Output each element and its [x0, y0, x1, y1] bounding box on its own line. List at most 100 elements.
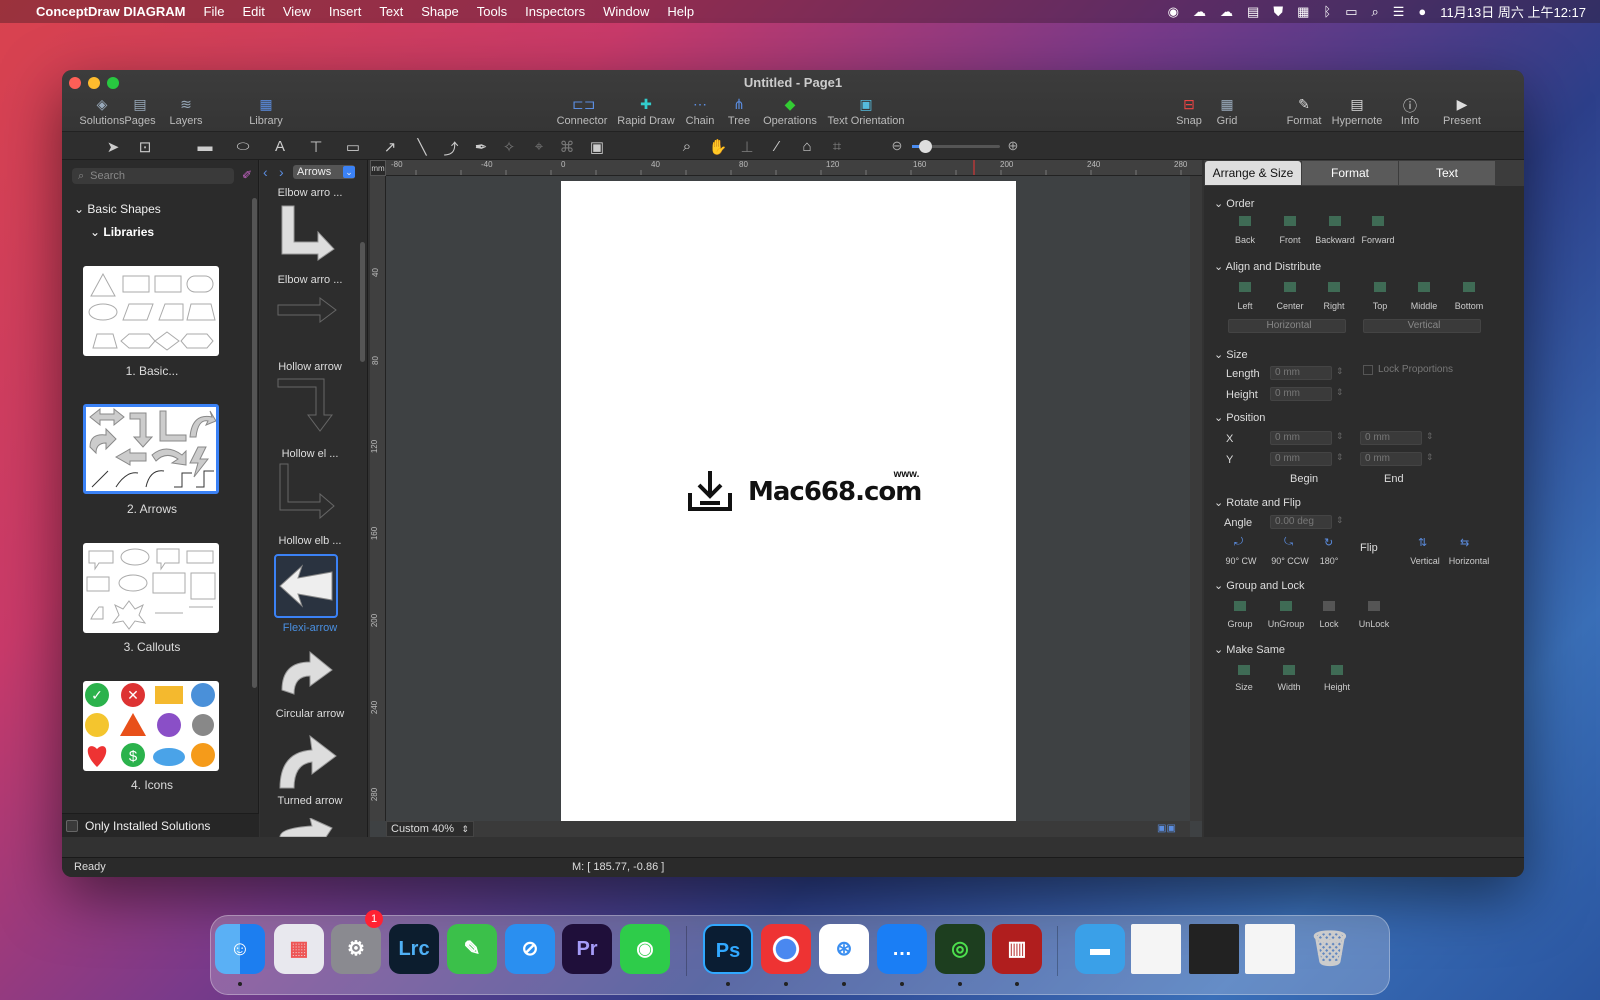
tree-libraries[interactable]: ⌄ Libraries [90, 225, 154, 239]
zoom-tool-icon[interactable]: ⌕ [676, 138, 698, 155]
creative-cloud-icon[interactable]: ☁ [1193, 4, 1206, 20]
text-select-icon[interactable]: ⊡ [134, 138, 156, 156]
checkbox-box[interactable] [1363, 364, 1373, 375]
menu-view[interactable]: View [274, 0, 320, 23]
line-tool-icon[interactable]: ╲ [411, 138, 433, 156]
chrome-icon[interactable] [761, 924, 811, 974]
section-rotate[interactable]: ⌄ Rotate and Flip [1214, 496, 1301, 509]
v-scrollbar[interactable] [1190, 176, 1202, 821]
section-make-same[interactable]: ⌄ Make Same [1214, 643, 1285, 656]
tree-basic-shapes[interactable]: ⌄ Basic Shapes [74, 202, 161, 216]
search-field[interactable]: ⌕ Search [72, 168, 234, 184]
menu-window[interactable]: Window [594, 0, 658, 23]
search-icon[interactable]: ⌕ [1371, 4, 1378, 20]
app-menu[interactable]: ConceptDraw DIAGRAM [27, 0, 195, 23]
rotate-ccw-icon[interactable]: ⤿ [1284, 536, 1293, 549]
zoom-slider-knob[interactable] [919, 140, 932, 153]
zoom-select[interactable]: Custom 40% ⇕ [386, 821, 474, 837]
back-nav-icon[interactable]: ‹ [263, 164, 268, 180]
stepper-icon[interactable]: ⇕ [1336, 452, 1344, 463]
flip-horizontal-icon[interactable]: ⇆ [1460, 536, 1469, 549]
wechat-icon[interactable]: ◉ [620, 924, 670, 974]
back-icon[interactable] [1239, 216, 1251, 226]
rectangle-tool-icon[interactable]: ▬ [194, 138, 216, 155]
pen-tool-icon[interactable]: ✒ [470, 138, 492, 156]
podcast-icon[interactable]: ◎ [935, 924, 985, 974]
screenshot-thumb-icon[interactable] [1189, 924, 1239, 974]
horizontal-distribute-select[interactable]: Horizontal [1228, 319, 1346, 333]
library-thumb-arrows[interactable] [83, 404, 219, 494]
baidu-netdisk-icon[interactable]: ⊛ [819, 924, 869, 974]
length-field[interactable]: 0 mm [1270, 366, 1332, 380]
tab-format[interactable]: Format [1302, 161, 1398, 185]
stepper-icon[interactable]: ⇕ [1336, 431, 1344, 442]
menu-file[interactable]: File [195, 0, 234, 23]
h-scrollbar[interactable] [474, 821, 1190, 837]
add-icon[interactable]: ✐ [242, 168, 252, 182]
grid-button[interactable]: ▦ Grid [1187, 96, 1267, 127]
menu-insert[interactable]: Insert [320, 0, 371, 23]
rotate-cw-icon[interactable]: ⤾ [1234, 536, 1243, 549]
unlock-icon[interactable] [1368, 601, 1380, 611]
text-orientation-button[interactable]: ▣ Text Orientation [816, 96, 916, 127]
lightroom-classic-icon[interactable]: Lrc [389, 924, 439, 974]
forward-icon[interactable] [1372, 216, 1384, 226]
stamp-tool-icon[interactable]: ⊥ [736, 138, 758, 156]
drawing-page[interactable]: www. Mac668.com [561, 181, 1016, 825]
begin-y-field[interactable]: 0 mm [1270, 452, 1332, 466]
scrollbar[interactable] [252, 198, 257, 688]
section-group-lock[interactable]: ⌄ Group and Lock [1214, 579, 1305, 592]
zoom-slider[interactable] [912, 140, 1000, 153]
menu-help[interactable]: Help [658, 0, 703, 23]
end-x-field[interactable]: 0 mm [1360, 431, 1422, 445]
same-size-icon[interactable] [1238, 665, 1250, 675]
messages-icon[interactable]: … [877, 924, 927, 974]
begin-x-field[interactable]: 0 mm [1270, 431, 1332, 445]
stencil-item-label[interactable]: Circular arrow [260, 708, 360, 720]
align-center-icon[interactable] [1284, 282, 1296, 292]
stencil-item-label[interactable]: Elbow arro ... [260, 274, 360, 286]
layers-button[interactable]: ≋ Layers [146, 96, 226, 127]
zoom-in-icon[interactable]: ⊕ [1002, 138, 1024, 154]
stepper-icon[interactable]: ⇕ [1426, 452, 1434, 463]
stencil-item-label[interactable]: Hollow arrow [260, 361, 360, 373]
stencil-item-label-selected[interactable]: Flexi-arrow [260, 622, 360, 634]
section-align[interactable]: ⌄ Align and Distribute [1214, 260, 1321, 273]
front-icon[interactable] [1284, 216, 1296, 226]
flip-vertical-icon[interactable]: ⇅ [1418, 536, 1427, 549]
library-thumb-icons[interactable]: ✓ ✕ $ [83, 681, 219, 771]
stepper-icon[interactable]: ⇕ [1336, 515, 1344, 526]
lock-icon[interactable] [1323, 601, 1335, 611]
stencil-item-label[interactable]: Hollow elb ... [260, 535, 360, 547]
cloud-icon[interactable]: ☁ [1220, 4, 1233, 20]
align-left-icon[interactable] [1239, 282, 1251, 292]
ungroup-icon[interactable] [1280, 601, 1292, 611]
zoom-out-icon[interactable]: ⊖ [886, 138, 908, 154]
photoshop-icon[interactable]: Ps [703, 924, 753, 974]
forward-nav-icon[interactable]: › [279, 164, 284, 180]
arrow-tool-icon[interactable]: ↗ [379, 138, 401, 156]
crop-tool-icon[interactable]: ⌗ [826, 138, 848, 155]
eyedropper-tool-icon[interactable]: ⁄ [766, 138, 788, 155]
insert-tool-icon[interactable]: ▣ [586, 138, 608, 156]
flexi-arrow-selected[interactable] [274, 554, 338, 618]
text-tool-icon[interactable]: A [269, 138, 291, 155]
tab-text[interactable]: Text [1399, 161, 1495, 185]
screenshot-thumb-icon[interactable] [1131, 924, 1181, 974]
screenshot-thumb-icon[interactable] [1245, 924, 1295, 974]
stencil-item-label[interactable]: Hollow el ... [260, 448, 360, 460]
system-preferences-icon[interactable]: ⚙ [331, 924, 381, 974]
bezier-tool-icon[interactable]: ✧ [498, 138, 520, 156]
safari-icon[interactable]: ⊘ [505, 924, 555, 974]
end-y-field[interactable]: 0 mm [1360, 452, 1422, 466]
flag-icon[interactable]: ▦ [1297, 4, 1309, 20]
spline-tool-icon[interactable]: ⌘ [556, 138, 578, 156]
archive-icon[interactable]: ▥ [992, 924, 1042, 974]
menu-shape[interactable]: Shape [412, 0, 468, 23]
ellipse-tool-icon[interactable]: ⬭ [232, 138, 254, 155]
hollow-arrow-shape[interactable] [276, 295, 340, 325]
backward-icon[interactable] [1329, 216, 1341, 226]
page-view-icon[interactable]: ▣▣ [1157, 823, 1176, 834]
rotate-180-icon[interactable]: ↻ [1324, 536, 1333, 549]
turned-arrow-shape[interactable] [276, 732, 340, 790]
